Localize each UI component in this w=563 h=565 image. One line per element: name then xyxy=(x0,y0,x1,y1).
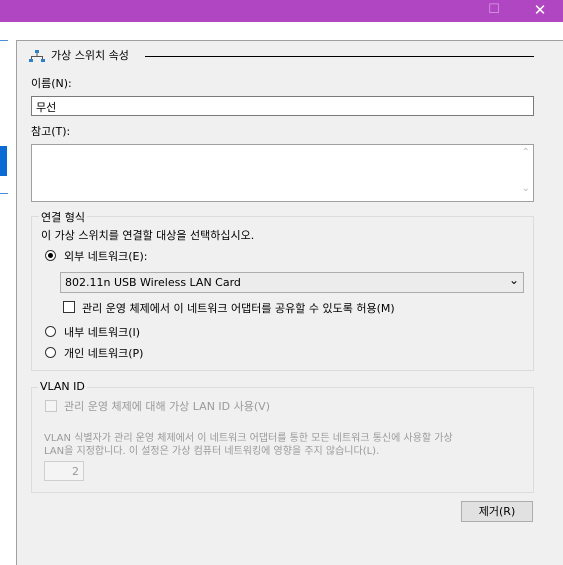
vlan-description-line2: LAN을 지정합니다. 이 설정은 가상 컴퓨터 네트워킹에 영향을 주지 않습… xyxy=(44,446,380,457)
internal-network-label[interactable]: 내부 네트워크(I) xyxy=(64,324,140,340)
navigation-pane xyxy=(0,22,16,564)
vlan-enable-label: 관리 운영 체제에 대해 가상 LAN ID 사용(V) xyxy=(64,400,270,413)
external-network-label[interactable]: 외부 네트워크(E): xyxy=(64,248,147,264)
scroll-up-arrow[interactable]: ⌃ xyxy=(522,147,530,158)
connection-type-description: 이 가상 스위치를 연결할 대상을 선택하십시오. xyxy=(41,229,255,242)
close-button[interactable]: ✕ xyxy=(517,0,563,22)
nav-selected-item[interactable] xyxy=(0,146,7,176)
notes-textarea[interactable]: ⌃ ⌄ xyxy=(31,144,534,202)
scroll-down-arrow[interactable]: ⌄ xyxy=(522,183,530,194)
remove-button[interactable]: 제거(R) xyxy=(461,501,533,522)
share-adapter-label[interactable]: 관리 운영 체제에서 이 네트워크 어댑터를 공유할 수 있도록 허용(M) xyxy=(82,300,395,316)
internal-network-radio[interactable] xyxy=(45,326,56,337)
external-network-radio[interactable] xyxy=(45,250,56,261)
section-divider xyxy=(145,56,534,57)
share-adapter-checkbox[interactable] xyxy=(63,301,75,313)
nav-divider xyxy=(0,193,8,194)
private-network-label[interactable]: 개인 네트워크(P) xyxy=(64,345,143,361)
window-titlebar: ☐ ✕ xyxy=(0,0,563,22)
name-label: 이름(N): xyxy=(31,77,72,90)
vlan-enable-checkbox[interactable] xyxy=(45,400,57,412)
maximize-button[interactable]: ☐ xyxy=(471,0,517,22)
notes-label: 참고(T): xyxy=(31,125,71,138)
vlan-id-value: 2 xyxy=(72,465,79,478)
nav-divider xyxy=(0,40,8,41)
connection-type-title: 연결 형식 xyxy=(39,209,87,225)
network-adapter-dropdown[interactable]: 802.11n USB Wireless LAN Card ⌄ xyxy=(60,272,524,293)
vlan-title: VLAN ID xyxy=(38,380,87,393)
section-title: 가상 스위치 속성 xyxy=(51,49,129,62)
name-input-value: 무선 xyxy=(36,101,57,114)
network-adapter-selected: 802.11n USB Wireless LAN Card xyxy=(65,276,241,289)
network-switch-icon xyxy=(29,50,45,62)
settings-panel: 가상 스위치 속성 이름(N): 무선 참고(T): ⌃ ⌄ 연결 형식 이 가… xyxy=(16,40,563,565)
vlan-id-input[interactable]: 2 xyxy=(44,461,84,481)
name-input[interactable]: 무선 xyxy=(31,96,534,116)
private-network-radio[interactable] xyxy=(45,347,56,358)
chevron-down-icon: ⌄ xyxy=(508,273,519,287)
